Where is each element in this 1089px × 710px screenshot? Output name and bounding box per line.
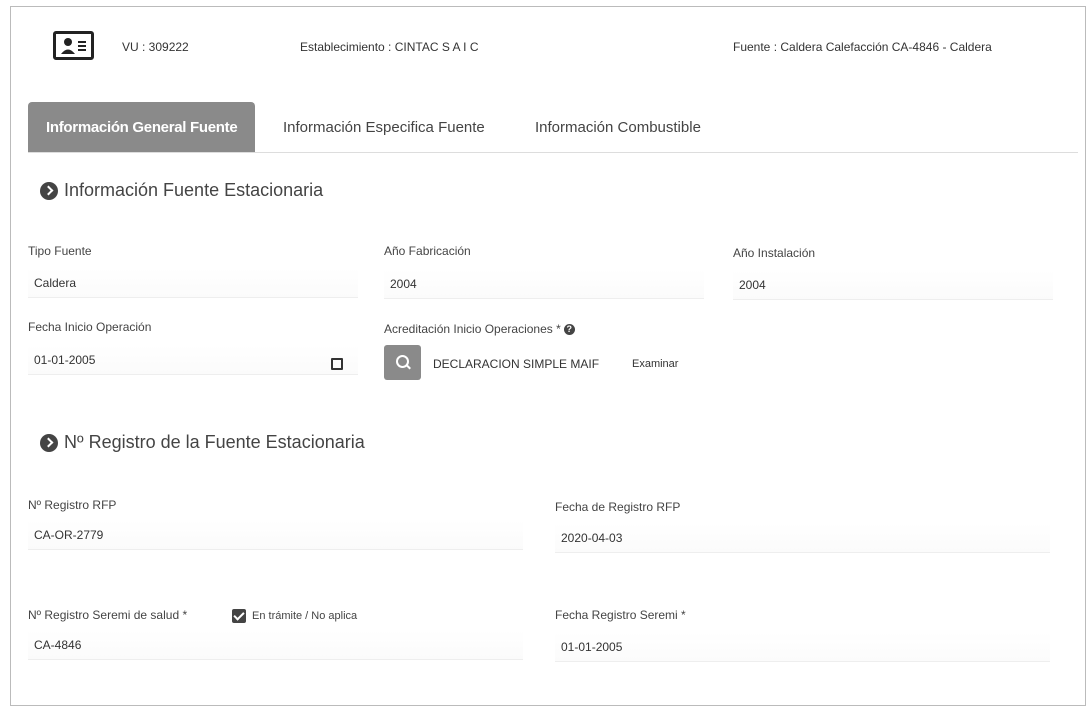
fecha-rfp-field[interactable]: 2020-04-03 <box>555 523 1050 553</box>
id-card-icon <box>53 31 94 60</box>
registro-rfp-field[interactable]: CA-OR-2779 <box>28 520 523 550</box>
fecha-seremi-label: Fecha Registro Seremi * <box>555 608 686 622</box>
registro-seremi-field[interactable]: CA-4846 <box>28 630 523 660</box>
section-title: Información Fuente Estacionaria <box>64 180 324 200</box>
calendar-icon[interactable] <box>331 358 343 370</box>
tab-informacion-especifica[interactable]: Información Especifica Fuente <box>283 102 485 152</box>
anio-instalacion-field[interactable]: 2004 <box>733 270 1053 300</box>
acreditacion-label: Acreditación Inicio Operaciones *? <box>384 322 575 336</box>
tipo-fuente-field[interactable]: Caldera <box>28 268 358 298</box>
acreditacion-file-name: DECLARACION SIMPLE MAIF <box>433 357 600 371</box>
anio-fabricacion-field[interactable]: 2004 <box>384 269 704 299</box>
chevron-right-icon <box>40 181 58 200</box>
registro-seremi-label: Nº Registro Seremi de salud * <box>28 608 188 622</box>
tab-divider <box>28 152 1078 153</box>
source-name: Fuente : Caldera Calefacción CA-4846 - C… <box>733 40 992 54</box>
registro-rfp-label: Nº Registro RFP <box>28 498 117 512</box>
section-title: Nº Registro de la Fuente Estacionaria <box>64 432 365 452</box>
chevron-right-icon <box>40 433 58 452</box>
en-tramite-checkbox[interactable] <box>232 609 246 623</box>
anio-instalacion-label: Año Instalación <box>733 246 816 260</box>
section-heading-fuente: Información Fuente Estacionaria <box>40 180 323 201</box>
anio-fabricacion-label: Año Fabricación <box>384 244 471 258</box>
search-icon-handle <box>406 364 411 370</box>
establishment-name: Establecimiento : CINTAC S A I C <box>300 40 479 54</box>
fecha-inicio-field[interactable]: 01-01-2005 <box>28 345 358 375</box>
vu-number: VU : 309222 <box>122 40 189 54</box>
fecha-inicio-label: Fecha Inicio Operación <box>28 320 152 334</box>
tab-informacion-combustible[interactable]: Información Combustible <box>535 102 701 152</box>
section-heading-registro: Nº Registro de la Fuente Estacionaria <box>40 432 365 453</box>
help-icon[interactable]: ? <box>563 324 575 336</box>
examinar-button[interactable]: Examinar <box>632 358 678 370</box>
acreditacion-label-text: Acreditación Inicio Operaciones * <box>384 322 561 336</box>
en-tramite-label: En trámite / No aplica <box>252 610 358 622</box>
fecha-seremi-field[interactable]: 01-01-2005 <box>555 632 1050 662</box>
tipo-fuente-label: Tipo Fuente <box>28 244 92 258</box>
fecha-rfp-label: Fecha de Registro RFP <box>555 500 681 514</box>
tab-informacion-general[interactable]: Información General Fuente <box>28 102 256 152</box>
search-button[interactable] <box>384 345 421 380</box>
